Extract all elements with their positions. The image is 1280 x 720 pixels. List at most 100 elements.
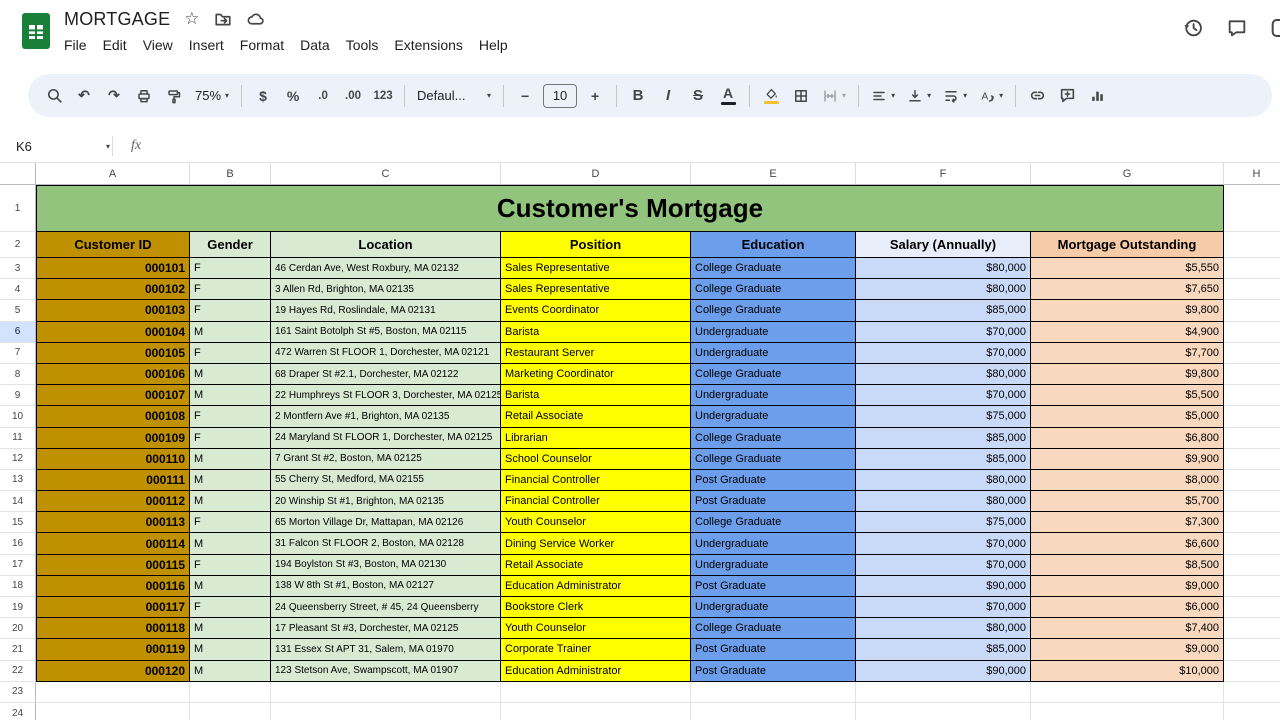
cell-G17[interactable]: $8,500 (1031, 554, 1224, 576)
clipped-icon[interactable] (1270, 16, 1280, 40)
cell-D11[interactable]: Librarian (501, 427, 691, 449)
format-currency-button[interactable]: $ (249, 81, 277, 111)
cell-D8[interactable]: Marketing Coordinator (501, 363, 691, 386)
cell-H17[interactable] (1224, 554, 1280, 576)
row-header-17[interactable]: 17 (0, 554, 36, 576)
cell-F11[interactable]: $85,000 (856, 427, 1031, 449)
cell-D6[interactable]: Barista (501, 321, 691, 343)
row-header-3[interactable]: 3 (0, 258, 36, 280)
cell-G4[interactable]: $7,650 (1031, 279, 1224, 301)
menu-help[interactable]: Help (471, 34, 516, 56)
cell-H11[interactable] (1224, 427, 1280, 449)
cell-E10[interactable]: Undergraduate (691, 406, 856, 428)
cell-G2[interactable]: Mortgage Outstanding (1031, 232, 1224, 258)
cell-C10[interactable]: 2 Montfern Ave #1, Brighton, MA 02135 (271, 406, 501, 428)
redo-icon[interactable]: ↷ (100, 81, 128, 111)
cell-E17[interactable]: Undergraduate (691, 554, 856, 576)
row-header-9[interactable]: 9 (0, 385, 36, 407)
cell-H22[interactable] (1224, 660, 1280, 682)
cell-A11[interactable]: 000109 (36, 427, 190, 449)
italic-button[interactable]: I (654, 81, 682, 111)
cell-A14[interactable]: 000112 (36, 491, 190, 513)
cell-B7[interactable]: F (190, 342, 271, 364)
insert-comment-icon[interactable] (1053, 81, 1081, 111)
cell-A19[interactable]: 000117 (36, 597, 190, 619)
row-header-12[interactable]: 12 (0, 448, 36, 470)
cell-A2[interactable]: Customer ID (36, 232, 190, 258)
row-header-22[interactable]: 22 (0, 660, 36, 682)
text-rotation-button[interactable]: A ▾ (974, 81, 1008, 111)
cell-A24[interactable] (36, 702, 190, 720)
row-header-19[interactable]: 19 (0, 597, 36, 619)
row-header-8[interactable]: 8 (0, 363, 36, 386)
cell-G23[interactable] (1031, 681, 1224, 703)
format-percent-button[interactable]: % (279, 81, 307, 111)
cell-H9[interactable] (1224, 385, 1280, 407)
row-header-5[interactable]: 5 (0, 300, 36, 322)
cell-C14[interactable]: 20 Winship St #1, Brighton, MA 02135 (271, 491, 501, 513)
font-size-input[interactable]: 10 (543, 83, 578, 108)
cell-C16[interactable]: 31 Falcon St FLOOR 2, Boston, MA 02128 (271, 533, 501, 555)
cell-A5[interactable]: 000103 (36, 300, 190, 322)
cell-F18[interactable]: $90,000 (856, 575, 1031, 597)
cell-H4[interactable] (1224, 279, 1280, 301)
cell-E15[interactable]: College Graduate (691, 512, 856, 534)
cell-H10[interactable] (1224, 406, 1280, 428)
cell-A12[interactable]: 000110 (36, 448, 190, 470)
name-box[interactable]: K6 ▾ (0, 139, 110, 154)
cell-H21[interactable] (1224, 639, 1280, 661)
cell-E22[interactable]: Post Graduate (691, 660, 856, 682)
cell-A10[interactable]: 000108 (36, 406, 190, 428)
cell-C7[interactable]: 472 Warren St FLOOR 1, Dorchester, MA 02… (271, 342, 501, 364)
version-history-icon[interactable] (1182, 17, 1204, 39)
borders-button[interactable] (787, 81, 815, 111)
cell-G9[interactable]: $5,500 (1031, 385, 1224, 407)
cell-G8[interactable]: $9,800 (1031, 363, 1224, 386)
search-icon[interactable] (40, 81, 68, 111)
cell-D23[interactable] (501, 681, 691, 703)
cell-C5[interactable]: 19 Hayes Rd, Roslindale, MA 02131 (271, 300, 501, 322)
cell-H2[interactable] (1224, 232, 1280, 258)
cell-D4[interactable]: Sales Representative (501, 279, 691, 301)
cell-D16[interactable]: Dining Service Worker (501, 533, 691, 555)
cell-G6[interactable]: $4,900 (1031, 321, 1224, 343)
cell-B8[interactable]: M (190, 363, 271, 386)
comments-icon[interactable] (1226, 17, 1248, 39)
cell-D12[interactable]: School Counselor (501, 448, 691, 470)
cell-H15[interactable] (1224, 512, 1280, 534)
cell-A17[interactable]: 000115 (36, 554, 190, 576)
cell-E4[interactable]: College Graduate (691, 279, 856, 301)
cell-H20[interactable] (1224, 618, 1280, 640)
cell-B24[interactable] (190, 702, 271, 720)
cell-C9[interactable]: 22 Humphreys St FLOOR 3, Dorchester, MA … (271, 385, 501, 407)
cell-F9[interactable]: $70,000 (856, 385, 1031, 407)
column-header-G[interactable]: G (1031, 163, 1224, 185)
cell-D2[interactable]: Position (501, 232, 691, 258)
bold-button[interactable]: B (624, 81, 652, 111)
cell-E19[interactable]: Undergraduate (691, 597, 856, 619)
cell-D19[interactable]: Bookstore Clerk (501, 597, 691, 619)
cell-E6[interactable]: Undergraduate (691, 321, 856, 343)
decrease-font-size-button[interactable]: − (511, 81, 539, 111)
cell-E7[interactable]: Undergraduate (691, 342, 856, 364)
cell-G12[interactable]: $9,900 (1031, 448, 1224, 470)
cell-C17[interactable]: 194 Boylston St #3, Boston, MA 02130 (271, 554, 501, 576)
cell-D15[interactable]: Youth Counselor (501, 512, 691, 534)
cell-D14[interactable]: Financial Controller (501, 491, 691, 513)
cell-C19[interactable]: 24 Queensberry Street, # 45, 24 Queensbe… (271, 597, 501, 619)
cell-E9[interactable]: Undergraduate (691, 385, 856, 407)
cell-E14[interactable]: Post Graduate (691, 491, 856, 513)
cell-C23[interactable] (271, 681, 501, 703)
cell-G14[interactable]: $5,700 (1031, 491, 1224, 513)
cell-H12[interactable] (1224, 448, 1280, 470)
menu-edit[interactable]: Edit (95, 34, 135, 56)
cell-G16[interactable]: $6,600 (1031, 533, 1224, 555)
cell-B11[interactable]: F (190, 427, 271, 449)
cell-H24[interactable] (1224, 702, 1280, 720)
cell-C3[interactable]: 46 Cerdan Ave, West Roxbury, MA 02132 (271, 258, 501, 280)
cell-F20[interactable]: $80,000 (856, 618, 1031, 640)
menu-insert[interactable]: Insert (181, 34, 232, 56)
row-header-4[interactable]: 4 (0, 279, 36, 301)
cell-B14[interactable]: M (190, 491, 271, 513)
cloud-status-icon[interactable] (246, 10, 265, 28)
